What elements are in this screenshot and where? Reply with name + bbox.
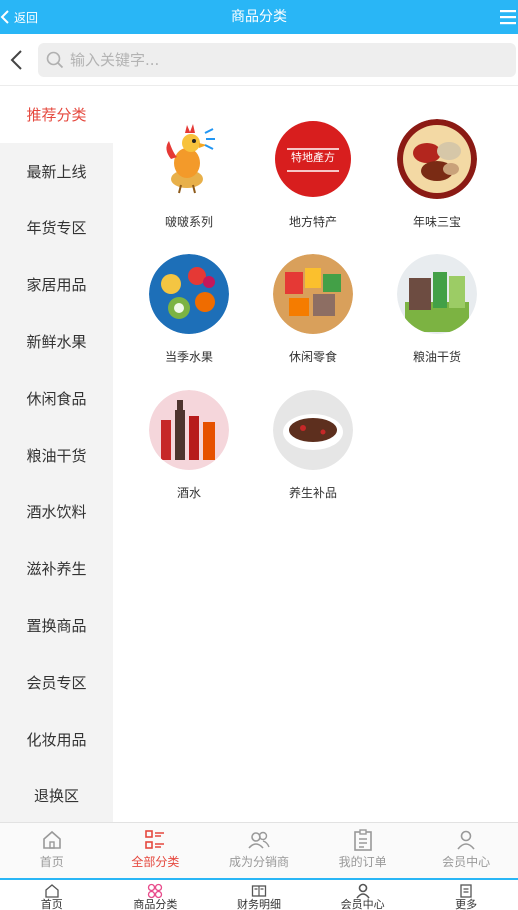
sidebar-item-label: 粮油干货: [26, 446, 87, 465]
tab-label: 首页: [39, 855, 64, 869]
sidebar-item-returns[interactable]: 退换区: [0, 768, 113, 825]
tab-member-center[interactable]: 会员中心: [414, 823, 518, 878]
category-item[interactable]: 休闲零食: [251, 254, 375, 365]
tab-label: 成为分销商: [228, 855, 289, 869]
wine-bottles-icon: [149, 390, 229, 470]
bottom-nav: 首页 全部分类 成为分销商 我的订单 会员中心: [0, 822, 518, 878]
sidebar-item-new[interactable]: 最新上线: [0, 143, 113, 200]
tab-more-secondary[interactable]: 更多: [414, 880, 518, 910]
sidebar-item-member[interactable]: 会员专区: [0, 654, 113, 711]
category-item[interactable]: 养生补品: [251, 390, 375, 501]
tab-categories-secondary[interactable]: 商品分类: [104, 880, 208, 910]
tab-finance-secondary[interactable]: 财务明细: [207, 880, 311, 910]
sidebar-item-cosmetics[interactable]: 化妆用品: [0, 711, 113, 768]
book-icon: [251, 885, 267, 897]
category-grid: 啵啵系列 特地產方 地方特产 年味三宝 当季水果 休闲零食 粮油干货 酒水 养生…: [113, 86, 518, 822]
sidebar-item-new-year[interactable]: 年货专区: [0, 200, 113, 257]
cured-meat-icon: [397, 119, 477, 199]
users-icon: [248, 831, 270, 849]
home-icon: [42, 830, 61, 849]
sidebar-item-label: 退换区: [33, 787, 79, 806]
sidebar-item-label: 最新上线: [26, 162, 87, 181]
fruit-icon: [149, 254, 229, 334]
category-label: 休闲零食: [288, 350, 337, 364]
sidebar-item-label: 推荐分类: [26, 105, 87, 124]
top-bar: 返回 商品分类: [0, 0, 518, 34]
hamburger-icon: [500, 10, 516, 25]
sidebar-item-label: 酒水饮料: [26, 503, 87, 522]
note-icon: [460, 884, 472, 898]
sidebar-item-label: 年货专区: [26, 219, 87, 238]
tab-label: 财务明细: [236, 898, 281, 910]
tab-label: 会员中心: [340, 898, 385, 910]
category-label: 养生补品: [288, 486, 337, 500]
category-label: 地方特产: [288, 215, 337, 229]
tab-label: 更多: [455, 898, 478, 910]
tab-home-secondary[interactable]: 首页: [0, 880, 104, 910]
herbal-soup-icon: [273, 390, 353, 470]
category-label: 年味三宝: [412, 215, 461, 229]
sidebar-item-grain[interactable]: 粮油干货: [0, 427, 113, 484]
sidebar-item-exchange[interactable]: 置换商品: [0, 597, 113, 654]
svg-text:特地產方: 特地產方: [291, 150, 335, 164]
tab-my-orders[interactable]: 我的订单: [311, 823, 415, 878]
tab-label: 我的订单: [338, 855, 387, 869]
category-list-icon: [145, 830, 165, 849]
grain-oil-icon: [397, 254, 477, 334]
category-item[interactable]: 当季水果: [127, 254, 251, 365]
category-label: 酒水: [176, 486, 201, 500]
sidebar-item-label: 休闲食品: [26, 389, 87, 408]
sidebar-item-label: 化妆用品: [26, 730, 87, 749]
tab-label: 会员中心: [442, 855, 491, 869]
sidebar-item-snacks[interactable]: 休闲食品: [0, 370, 113, 427]
category-sidebar: 推荐分类 最新上线 年货专区 家居用品 新鲜水果 休闲食品 粮油干货 酒水饮料 …: [0, 86, 113, 822]
category-item[interactable]: 啵啵系列: [127, 119, 251, 230]
grid-circles-icon: [148, 883, 163, 899]
search-input[interactable]: [70, 43, 500, 77]
sidebar-item-recommended[interactable]: 推荐分类: [0, 86, 113, 143]
tab-all-categories[interactable]: 全部分类: [104, 823, 208, 878]
category-label: 啵啵系列: [164, 215, 213, 229]
page-title: 商品分类: [231, 9, 287, 25]
sidebar-item-label: 置换商品: [26, 617, 87, 636]
category-item[interactable]: 年味三宝: [375, 119, 499, 230]
sidebar-item-label: 家居用品: [26, 276, 87, 295]
menu-button[interactable]: [498, 7, 518, 27]
stamp-logo-icon: 特地產方: [273, 119, 353, 199]
sidebar-item-label: 会员专区: [26, 673, 87, 692]
user-icon: [457, 830, 475, 850]
rooster-icon: [149, 119, 229, 199]
sidebar-item-home[interactable]: 家居用品: [0, 256, 113, 313]
category-item[interactable]: 特地產方 地方特产: [251, 119, 375, 230]
tab-label: 全部分类: [131, 855, 180, 869]
category-item[interactable]: 酒水: [127, 390, 251, 501]
category-label: 当季水果: [164, 350, 213, 364]
clipboard-icon: [353, 829, 372, 851]
sidebar-item-fruit[interactable]: 新鲜水果: [0, 313, 113, 370]
tab-home[interactable]: 首页: [0, 823, 104, 878]
sidebar-item-health[interactable]: 滋补养生: [0, 540, 113, 597]
user-icon: [355, 883, 370, 899]
search-bar: [0, 34, 518, 86]
tab-label: 首页: [40, 898, 63, 910]
snacks-icon: [273, 254, 353, 334]
sidebar-item-drinks[interactable]: 酒水饮料: [0, 484, 113, 541]
tab-member-secondary[interactable]: 会员中心: [311, 880, 415, 910]
home-icon: [45, 884, 59, 898]
search-icon: [46, 51, 64, 69]
sidebar-item-label: 滋补养生: [26, 560, 87, 579]
sidebar-item-label: 新鲜水果: [26, 333, 87, 352]
chevron-left-icon: [10, 50, 22, 70]
tab-become-distributor[interactable]: 成为分销商: [207, 823, 311, 878]
search-box: [38, 43, 516, 77]
category-label: 粮油干货: [412, 350, 461, 364]
back-arrow-button[interactable]: [8, 49, 26, 71]
tab-label: 商品分类: [133, 898, 178, 910]
category-item[interactable]: 粮油干货: [375, 254, 499, 365]
page: 返回 商品分类 推荐分类 最新上线 年货专区 家居用品 新鲜水果 休闲食品 粮油…: [0, 0, 518, 910]
secondary-bottom-nav: 首页 商品分类 财务明细 会员中心 更多: [0, 878, 518, 910]
